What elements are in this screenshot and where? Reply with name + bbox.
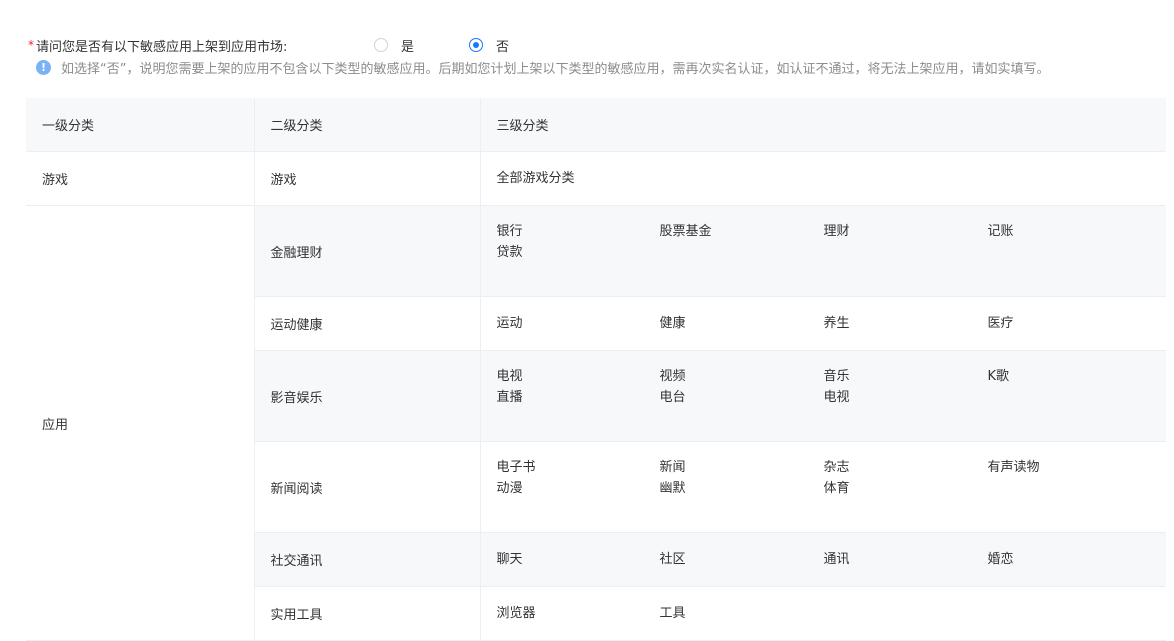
level3-item: 医疗: [987, 315, 1014, 331]
level3-item: 贷款: [496, 245, 523, 260]
level2-cell: 游戏: [253, 151, 480, 206]
level3-item: 通讯: [823, 551, 850, 567]
table-row: 游戏 游戏 全部游戏分类: [26, 151, 1166, 206]
level3-item: 音乐: [823, 369, 850, 384]
level3-cell: 聊天 社区 通讯 婚恋: [479, 532, 1166, 587]
level3-item: 运动: [496, 315, 523, 331]
level3-item: 理财: [823, 224, 850, 239]
level3-cell: 运动 健康 养生 医疗: [479, 296, 1166, 351]
hint-notice: ! 如选择“否”，说明您需要上架的应用不包含以下类型的敏感应用。后期如您计划上架…: [36, 56, 1049, 78]
radio-option-no[interactable]: 否: [469, 35, 509, 55]
level2-cell: 实用工具: [253, 586, 480, 641]
radio-yes-label[interactable]: 是: [401, 36, 414, 55]
level3-item: 浏览器: [496, 605, 536, 621]
level3-item: K歌: [987, 369, 1010, 384]
level3-cell: 电视 视频 音乐 K歌 直播 电台 电视: [479, 350, 1166, 442]
level3-item: 股票基金: [659, 224, 712, 239]
header-level2: 二级分类: [253, 98, 480, 152]
radio-option-yes[interactable]: 是: [374, 35, 414, 55]
level2-cell: 影音娱乐: [253, 350, 480, 442]
level3-item: 电台: [659, 390, 686, 405]
radio-yes-circle[interactable]: [374, 38, 388, 52]
level2-cell: 社交通讯: [253, 532, 480, 587]
table-header-row: 一级分类 二级分类 三级分类: [26, 98, 1166, 152]
level3-item: 有声读物: [987, 460, 1040, 475]
table-row: 应用 金融理财 银行 股票基金 理财 记账 贷款: [26, 205, 1166, 641]
header-level3: 三级分类: [479, 98, 1166, 152]
level3-item: 养生: [823, 315, 850, 331]
level3-item: 全部游戏分类: [496, 170, 575, 186]
level3-item: 婚恋: [987, 551, 1014, 567]
level3-item: 新闻: [659, 460, 686, 475]
sensitive-category-table: 一级分类 二级分类 三级分类 游戏 游戏 全部游戏分类 应用 金融理财 银行 股…: [26, 98, 1166, 641]
level3-cell: 电子书 新闻 杂志 有声读物 动漫 幽默 体育: [479, 441, 1166, 533]
question-label: 请问您是否有以下敏感应用上架到应用市场:: [36, 39, 288, 55]
level3-item: 工具: [659, 605, 686, 621]
level3-item: 记账: [987, 224, 1014, 239]
level3-item: 社区: [659, 551, 686, 567]
header-level1: 一级分类: [26, 98, 254, 152]
level3-cell: 浏览器 工具: [479, 586, 1166, 641]
level3-item: 幽默: [659, 481, 686, 496]
hint-text: 如选择“否”，说明您需要上架的应用不包含以下类型的敏感应用。后期如您计划上架以下…: [61, 61, 1050, 77]
radio-no-circle[interactable]: [469, 38, 483, 52]
level3-item: 动漫: [496, 481, 523, 496]
level3-item: 直播: [496, 390, 523, 405]
level3-item: 电视: [496, 369, 523, 384]
level3-item: 电子书: [496, 460, 536, 475]
level3-item: 银行: [496, 224, 523, 239]
level3-cell: 全部游戏分类: [479, 151, 1166, 206]
level3-item: 聊天: [496, 551, 523, 567]
level3-item: 视频: [659, 369, 686, 384]
level2-cell: 新闻阅读: [253, 441, 480, 533]
level1-cell: 应用: [26, 205, 254, 641]
level3-item: 体育: [823, 481, 850, 496]
radio-no-label[interactable]: 否: [496, 36, 509, 55]
required-mark: *: [28, 38, 34, 52]
level2-cell: 金融理财: [253, 205, 480, 297]
sensitive-app-question: * 请问您是否有以下敏感应用上架到应用市场: 是 否: [28, 35, 1168, 55]
level2-cell: 运动健康: [253, 296, 480, 351]
level3-cell: 银行 股票基金 理财 记账 贷款: [479, 205, 1166, 297]
level3-item: 健康: [659, 315, 686, 331]
info-icon: !: [36, 59, 51, 75]
level3-item: 电视: [823, 390, 850, 405]
level3-item: 杂志: [823, 460, 850, 475]
level1-cell: 游戏: [26, 151, 254, 206]
